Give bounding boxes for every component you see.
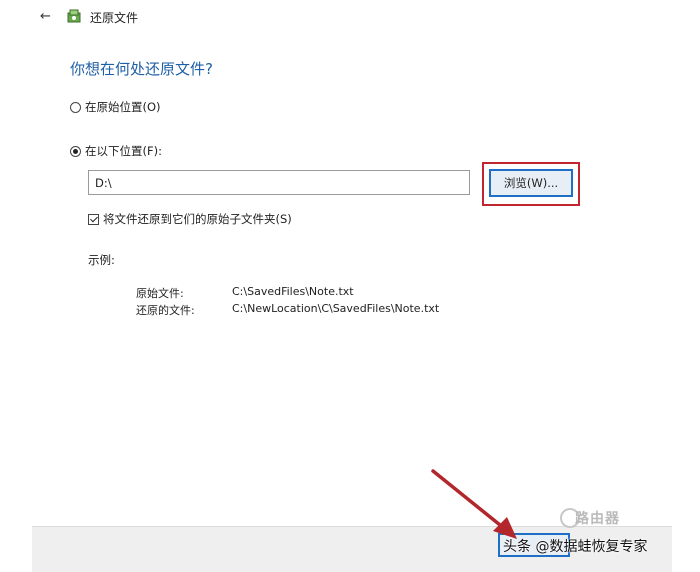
subfolder-checkbox[interactable]: [88, 213, 99, 225]
example-restored-value: C:\NewLocation\C\SavedFiles\Note.txt: [232, 302, 440, 315]
window-title: 还原文件: [90, 11, 139, 25]
watermark-logo-text: 路由器: [575, 511, 620, 527]
watermark-text: 头条 @数据蛙恢复专家: [503, 539, 648, 555]
radio-original-location[interactable]: 在原始位置(O): [70, 99, 161, 115]
subfolder-checkbox-label: 将文件还原到它们的原始子文件夹(S): [103, 212, 292, 226]
example-label: 示例:: [88, 253, 115, 267]
example-original-key: 原始文件:: [136, 287, 184, 300]
radio-original-label: 在原始位置(O): [85, 100, 161, 114]
restore-path-input[interactable]: [88, 170, 470, 195]
subfolder-checkbox-row[interactable]: 将文件还原到它们的原始子文件夹(S): [88, 211, 292, 227]
radio-following-label: 在以下位置(F):: [85, 144, 162, 158]
radio-button-original[interactable]: [70, 101, 81, 113]
radio-following-location[interactable]: 在以下位置(F):: [70, 143, 162, 159]
annotation-arrow-icon: [431, 469, 517, 539]
example-original-value: C:\SavedFiles\Note.txt: [232, 285, 354, 298]
backup-restore-icon: [67, 9, 81, 23]
page-heading: 你想在何处还原文件?: [70, 60, 213, 78]
browse-button[interactable]: 浏览(W)...: [489, 169, 573, 197]
radio-button-following[interactable]: [70, 145, 81, 157]
example-restored-key: 还原的文件:: [136, 304, 195, 317]
back-arrow-icon[interactable]: ←: [40, 9, 51, 24]
